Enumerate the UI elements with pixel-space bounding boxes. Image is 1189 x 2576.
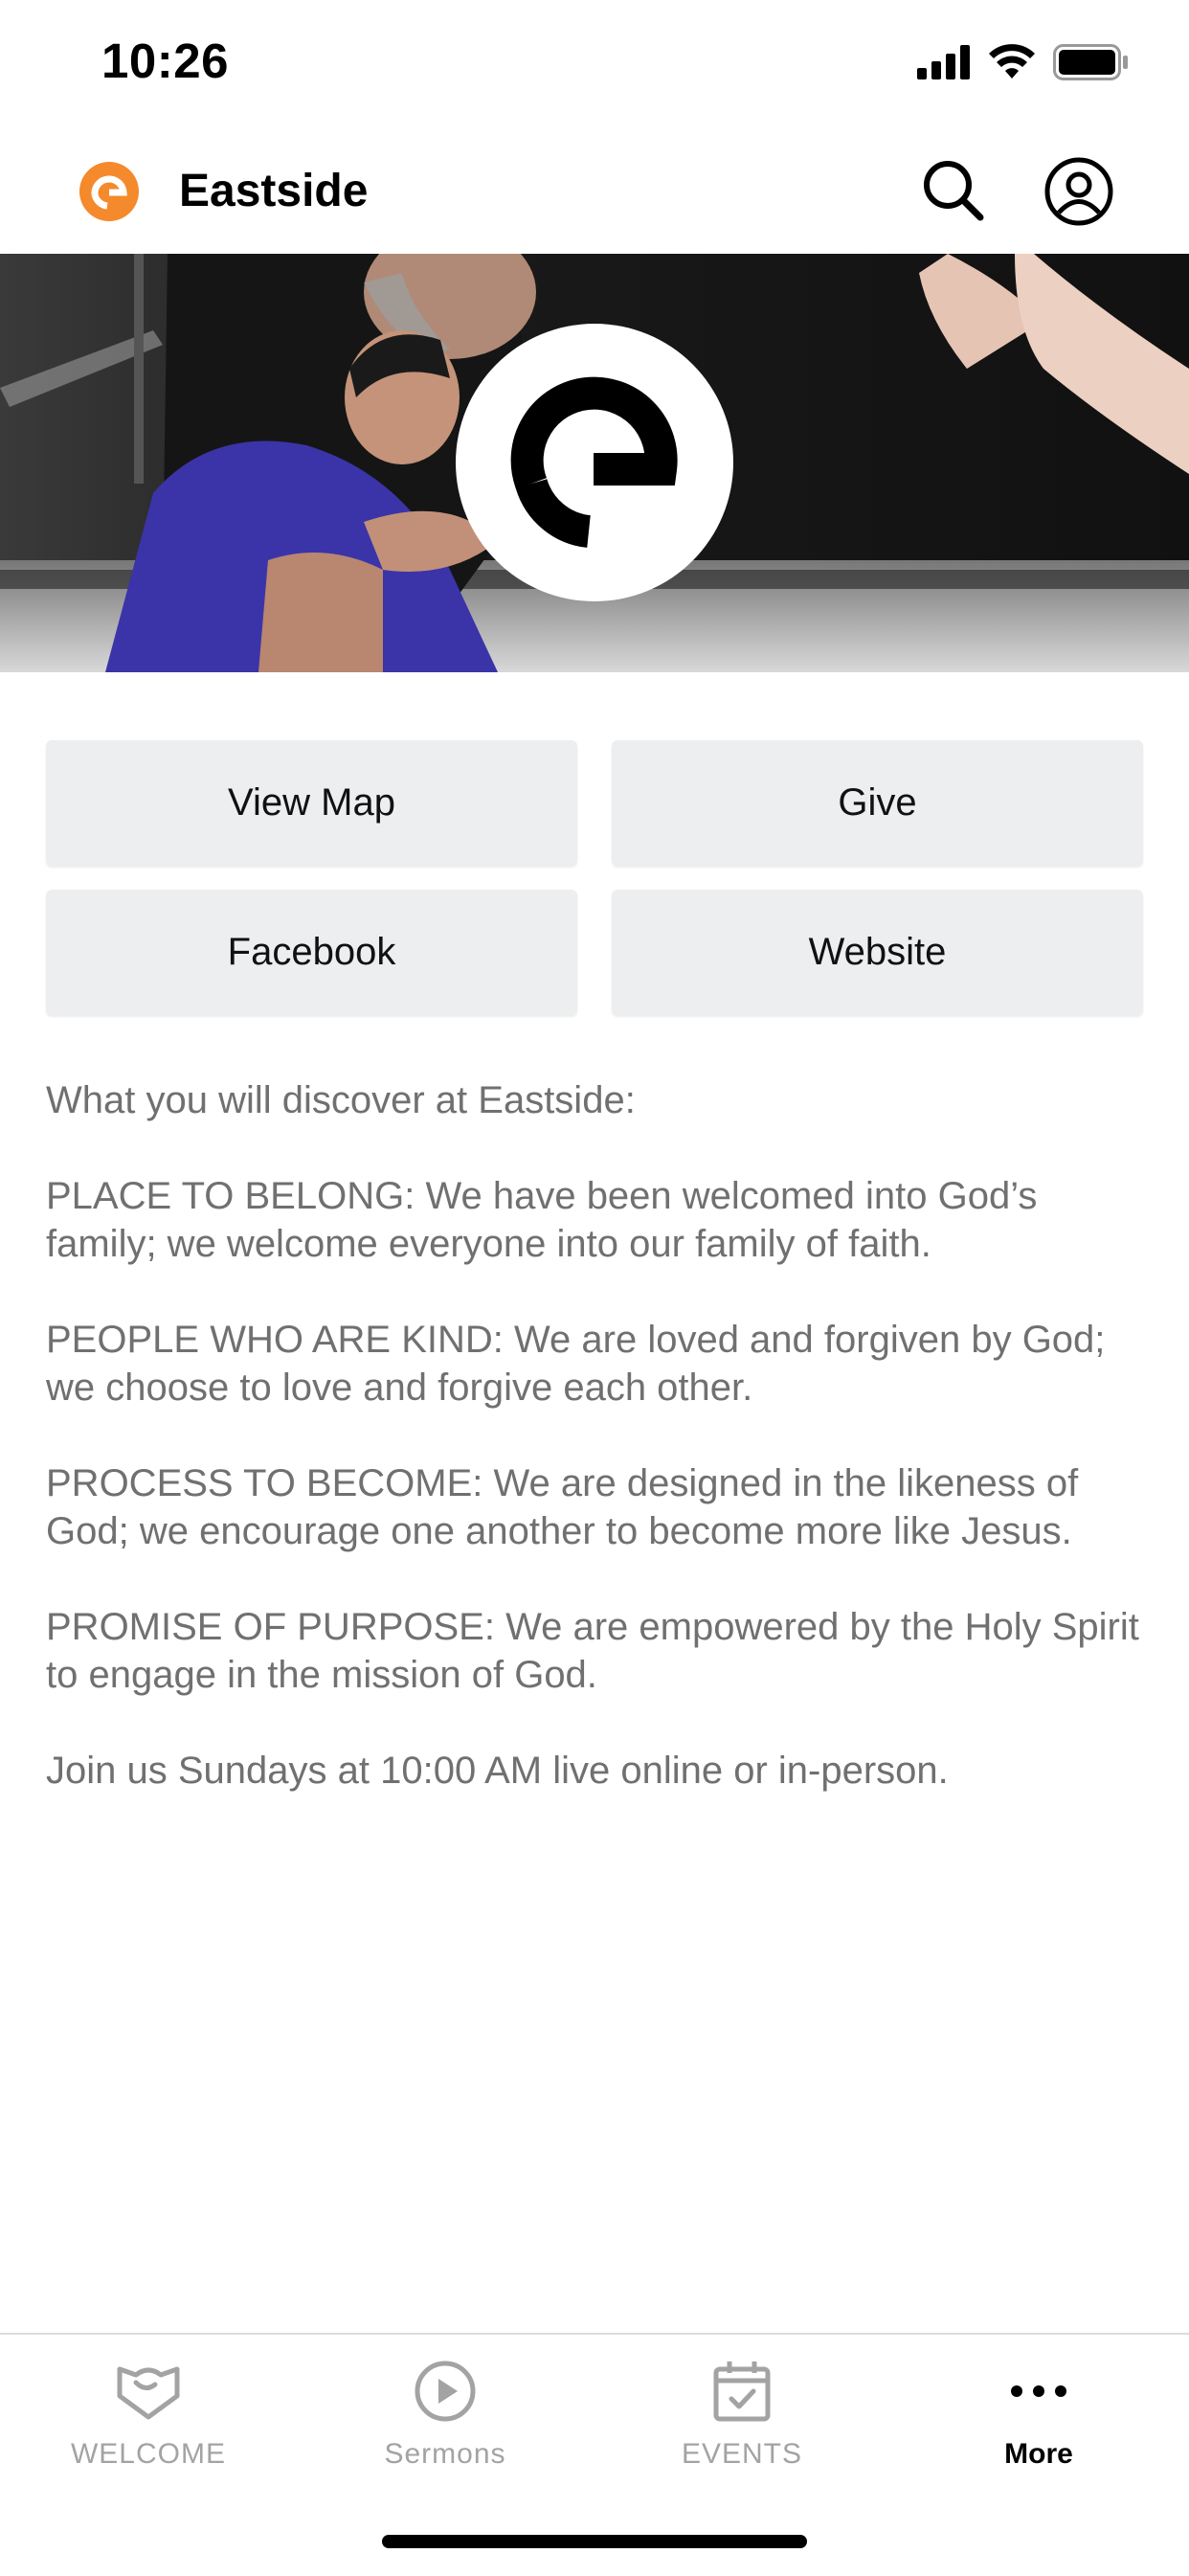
calendar-check-icon	[713, 2361, 771, 2422]
hero-photo	[0, 254, 1189, 672]
more-dots-icon	[1011, 2385, 1066, 2397]
status-time: 10:26	[101, 34, 229, 88]
search-icon[interactable]	[919, 156, 988, 225]
battery-icon	[1053, 44, 1128, 80]
status-bar: 10:26	[0, 0, 1189, 129]
tab-more-label: More	[1004, 2438, 1073, 2470]
hero-banner	[0, 254, 1189, 672]
tab-more[interactable]: More	[890, 2335, 1187, 2488]
eastside-logo-icon[interactable]	[79, 161, 140, 222]
description-service-times: Join us Sundays at 10:00 AM live online …	[46, 1750, 949, 1792]
cellular-signal-icon	[917, 45, 970, 79]
tab-welcome[interactable]: WELCOME	[0, 2335, 297, 2488]
give-button[interactable]: Give	[612, 740, 1143, 866]
wifi-icon	[989, 44, 1035, 79]
home-indicator[interactable]	[382, 2535, 807, 2548]
tab-sermons-label: Sermons	[384, 2438, 506, 2470]
tab-events[interactable]: EVENTS	[594, 2335, 890, 2488]
description-intro: What you will discover at Eastside:	[46, 1079, 636, 1121]
tab-events-label: EVENTS	[681, 2438, 803, 2470]
description-place-to-belong: PLACE TO BELONG: We have been welcomed i…	[46, 1175, 1038, 1265]
description-process-to-become: PROCESS TO BECOME: We are designed in th…	[46, 1462, 1079, 1552]
handshake-shield-icon	[117, 2366, 180, 2420]
app-title: Eastside	[179, 166, 369, 216]
description-promise-of-purpose: PROMISE OF PURPOSE: We are empowered by …	[46, 1606, 1139, 1696]
website-button[interactable]: Website	[612, 890, 1143, 1015]
play-circle-icon	[415, 2361, 476, 2422]
tab-welcome-label: WELCOME	[70, 2438, 226, 2470]
app-header: Eastside	[0, 129, 1189, 254]
church-description: What you will discover at Eastside: PLAC…	[46, 1076, 1147, 1842]
account-icon[interactable]	[1043, 156, 1114, 227]
facebook-button[interactable]: Facebook	[46, 890, 577, 1015]
view-map-button[interactable]: View Map	[46, 740, 577, 866]
description-people-who-are-kind: PEOPLE WHO ARE KIND: We are loved and fo…	[46, 1319, 1106, 1409]
tab-sermons[interactable]: Sermons	[297, 2335, 594, 2488]
status-icons	[917, 44, 1130, 80]
